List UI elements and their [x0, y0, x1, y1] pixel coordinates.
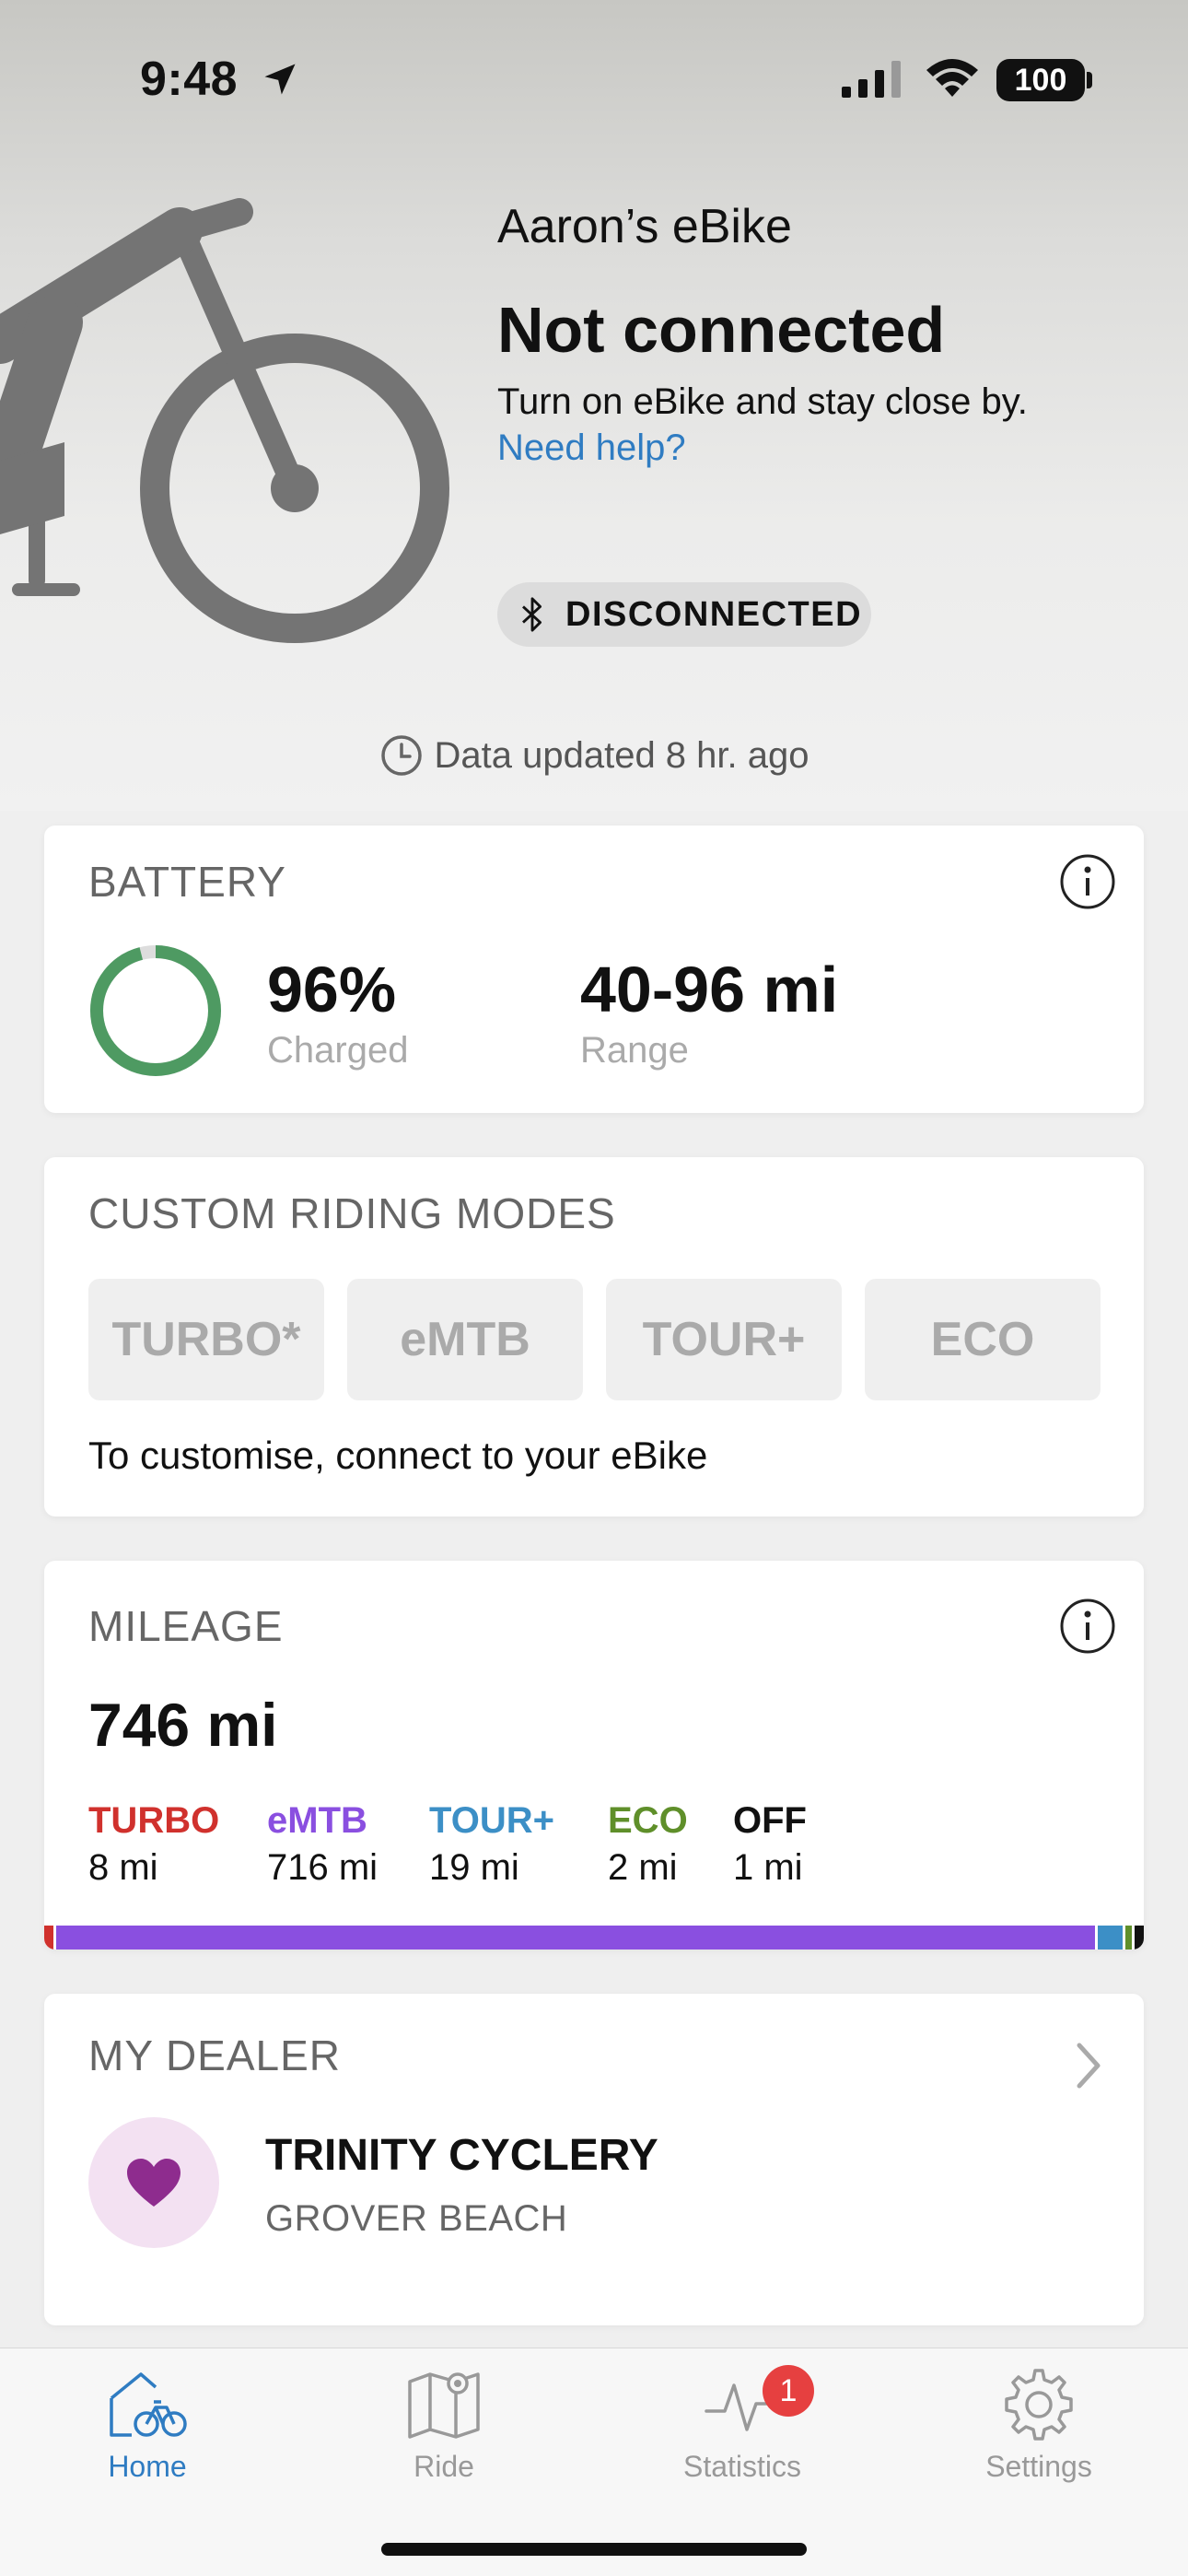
battery-percent-label: Charged [267, 1030, 409, 1071]
mode-button-eco[interactable]: ECO [865, 1279, 1101, 1400]
mileage-mode-emtb: eMTB 716 mi [267, 1800, 378, 1889]
mode-name: TOUR+ [429, 1800, 554, 1841]
bluetooth-status-label: DISCONNECTED [565, 594, 863, 634]
mode-button-turbo[interactable]: TURBO* [88, 1279, 324, 1400]
mileage-segment-turbo [44, 1926, 56, 1950]
tab-label: Statistics [682, 2450, 802, 2483]
dealer-avatar [88, 2117, 219, 2248]
clock-icon [380, 735, 422, 776]
battery-charge-ring [90, 945, 221, 1076]
riding-modes-title: CUSTOM RIDING MODES [88, 1189, 616, 1237]
tab-label: Home [108, 2450, 187, 2483]
bluetooth-status-badge[interactable]: DISCONNECTED [497, 582, 871, 647]
cellular-signal-icon [842, 61, 901, 98]
status-bar: 9:48 100 [0, 0, 1188, 157]
mode-button-emtb[interactable]: eMTB [347, 1279, 583, 1400]
location-arrow-icon [264, 64, 296, 95]
heart-icon [127, 2159, 181, 2207]
riding-modes-hint: To customise, connect to your eBike [88, 1434, 708, 1477]
battery-nub [1087, 72, 1092, 88]
mileage-mode-off: OFF 1 mi [733, 1800, 807, 1889]
info-icon[interactable] [1059, 853, 1116, 910]
mode-name: ECO [608, 1800, 688, 1841]
battery-card[interactable]: BATTERY 96% Charged 40-96 mi Range [44, 825, 1144, 1113]
mileage-segment-eco [1124, 1926, 1135, 1950]
mode-name: TURBO [88, 1800, 220, 1841]
dealer-name: TRINITY CYCLERY [265, 2131, 658, 2180]
total-mileage: 746 mi [88, 1691, 278, 1759]
mileage-card[interactable]: MILEAGE 746 mi TURBO 8 mi eMTB 716 mi TO… [44, 1561, 1144, 1950]
wifi-icon [926, 59, 978, 97]
mileage-segment-emtb [55, 1926, 1098, 1950]
home-bike-icon [110, 2372, 187, 2437]
mileage-mode-tour: TOUR+ 19 mi [429, 1800, 554, 1889]
mileage-mode-eco: ECO 2 mi [608, 1800, 688, 1889]
mode-distance: 716 mi [267, 1847, 379, 1888]
battery-range: 40-96 mi [580, 954, 839, 1025]
chevron-right-icon[interactable] [1072, 2040, 1105, 2091]
map-icon [408, 2372, 480, 2439]
battery-range-label: Range [580, 1030, 689, 1071]
tab-bar: Home Ride Statistics 1 Settings [0, 2348, 1188, 2576]
need-help-link[interactable]: Need help? [497, 427, 686, 469]
tab-label: Settings [985, 2450, 1092, 2483]
tab-ride[interactable]: Ride [352, 2365, 536, 2503]
connection-status-title: Not connected [497, 294, 946, 366]
mode-distance: 8 mi [88, 1847, 158, 1888]
tab-settings[interactable]: Settings [947, 2365, 1131, 2503]
mileage-distribution-bar [44, 1926, 1144, 1950]
mode-button-tour[interactable]: TOUR+ [606, 1279, 842, 1400]
data-updated-row: Data updated 8 hr. ago [0, 733, 1188, 778]
mode-distance: 2 mi [608, 1847, 678, 1888]
mode-name: eMTB [267, 1800, 367, 1841]
status-time: 9:48 [140, 53, 239, 106]
mode-distance: 19 mi [429, 1847, 519, 1888]
home-indicator [381, 2543, 807, 2556]
battery-card-title: BATTERY [88, 858, 286, 906]
tab-statistics[interactable]: Statistics 1 [650, 2365, 834, 2503]
mode-name: OFF [733, 1800, 807, 1841]
dealer-location: GROVER BEACH [265, 2198, 568, 2239]
bike-name: Aaron’s eBike [497, 200, 792, 253]
battery-level-indicator: 100 [996, 59, 1085, 101]
bluetooth-icon [522, 597, 542, 632]
dealer-title: MY DEALER [88, 2032, 342, 2079]
notification-badge: 1 [763, 2365, 814, 2417]
ebike-illustration [0, 198, 449, 643]
tab-label: Ride [413, 2450, 474, 2483]
battery-percent: 96% [267, 954, 397, 1025]
gear-icon [1005, 2369, 1073, 2441]
tab-home[interactable]: Home [55, 2365, 239, 2503]
mileage-title: MILEAGE [88, 1602, 284, 1650]
info-icon[interactable] [1059, 1598, 1116, 1655]
connection-instructions: Turn on eBike and stay close by. [497, 381, 1028, 422]
mileage-segment-off [1134, 1926, 1144, 1950]
mode-distance: 1 mi [733, 1847, 803, 1888]
mileage-segment-tour [1097, 1926, 1125, 1950]
mileage-mode-turbo: TURBO 8 mi [88, 1800, 219, 1889]
riding-modes-card: CUSTOM RIDING MODES TURBO* eMTB TOUR+ EC… [44, 1157, 1144, 1516]
dealer-card[interactable]: MY DEALER TRINITY CYCLERY GROVER BEACH [44, 1994, 1144, 2325]
data-updated-text: Data updated 8 hr. ago [434, 734, 809, 776]
